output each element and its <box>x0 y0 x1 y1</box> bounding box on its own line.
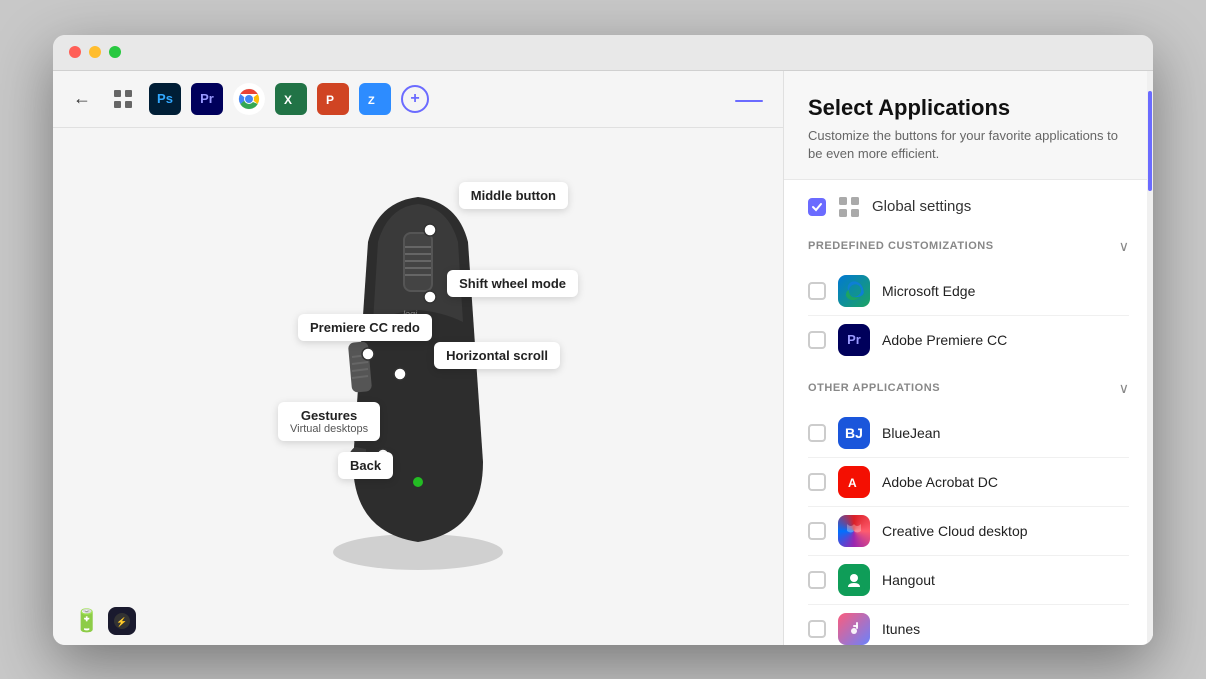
label-gestures[interactable]: Gestures Virtual desktops <box>278 402 380 441</box>
other-chevron-icon: ∨ <box>1119 380 1129 397</box>
other-section-title: OTHER APPLICATIONS <box>808 382 940 394</box>
label-back[interactable]: Back <box>338 452 393 479</box>
tab-photoshop[interactable]: Ps <box>149 83 181 115</box>
label-premiere-cc-redo[interactable]: Premiere CC redo <box>298 314 432 341</box>
global-settings-label: Global settings <box>872 198 971 215</box>
gestures-sublabel: Virtual desktops <box>290 423 368 435</box>
bluejean-icon: BJ <box>838 417 870 449</box>
app-row-creative[interactable]: Creative Cloud desktop <box>808 507 1129 556</box>
predefined-section-title: PREDEFINED CUSTOMIZATIONS <box>808 240 994 252</box>
back-button[interactable]: ← <box>73 88 91 109</box>
acrobat-checkbox[interactable] <box>808 473 826 491</box>
toolbar: ← Ps Pr <box>53 71 783 128</box>
add-tab-button[interactable]: + <box>401 85 429 113</box>
scrollbar-track[interactable] <box>1147 71 1153 645</box>
label-shift-wheel-mode[interactable]: Shift wheel mode <box>447 270 578 297</box>
app-row-edge[interactable]: Microsoft Edge <box>808 267 1129 316</box>
titlebar <box>53 35 1153 71</box>
label-horizontal-scroll[interactable]: Horizontal scroll <box>434 342 560 369</box>
global-settings-icon <box>838 196 860 218</box>
main-window: ← Ps Pr <box>53 35 1153 645</box>
maximize-button[interactable] <box>109 46 121 58</box>
edge-icon <box>838 275 870 307</box>
tab-all-apps[interactable] <box>107 83 139 115</box>
premiere-icon: Pr <box>838 324 870 356</box>
other-section: OTHER APPLICATIONS ∨ BJ BlueJean <box>808 380 1129 645</box>
svg-text:X: X <box>284 93 292 107</box>
other-section-header[interactable]: OTHER APPLICATIONS ∨ <box>808 380 1129 397</box>
panel-body: Global settings PREDEFINED CUSTOMIZATION… <box>784 180 1153 645</box>
edge-name: Microsoft Edge <box>882 283 975 299</box>
global-settings-checkbox[interactable] <box>808 198 826 216</box>
creative-icon <box>838 515 870 547</box>
battery-icon: 🔋 <box>73 608 100 634</box>
predefined-section-header[interactable]: PREDEFINED CUSTOMIZATIONS ∨ <box>808 238 1129 255</box>
itunes-icon <box>838 613 870 645</box>
bluejean-name: BlueJean <box>882 425 940 441</box>
right-panel: Select Applications Customize the button… <box>783 71 1153 645</box>
label-middle-button[interactable]: Middle button <box>459 182 568 209</box>
tab-excel[interactable]: X <box>275 83 307 115</box>
svg-text:⚡: ⚡ <box>116 616 127 628</box>
close-button[interactable] <box>69 46 81 58</box>
app-row-itunes[interactable]: Itunes <box>808 605 1129 645</box>
predefined-section: PREDEFINED CUSTOMIZATIONS ∨ <box>808 238 1129 364</box>
app-tabs: Ps Pr <box>107 83 429 115</box>
creative-checkbox[interactable] <box>808 522 826 540</box>
premiere-checkbox[interactable] <box>808 331 826 349</box>
app-row-bluejean[interactable]: BJ BlueJean <box>808 409 1129 458</box>
hangout-icon <box>838 564 870 596</box>
app-row-acrobat[interactable]: A Adobe Acrobat DC <box>808 458 1129 507</box>
acrobat-name: Adobe Acrobat DC <box>882 474 998 490</box>
left-panel: ← Ps Pr <box>53 71 783 645</box>
tab-zoom[interactable]: Z <box>359 83 391 115</box>
mouse-area: logi <box>53 128 783 597</box>
acrobat-icon: A <box>838 466 870 498</box>
hangout-checkbox[interactable] <box>808 571 826 589</box>
app-row-hangout[interactable]: Hangout <box>808 556 1129 605</box>
creative-name: Creative Cloud desktop <box>882 523 1028 539</box>
scrollbar-thumb[interactable] <box>1148 91 1152 191</box>
app-row-premiere[interactable]: Pr Adobe Premiere CC <box>808 316 1129 364</box>
panel-header: Select Applications Customize the button… <box>784 71 1153 180</box>
svg-text:P: P <box>326 93 334 107</box>
panel-title: Select Applications <box>808 95 1129 121</box>
hangout-name: Hangout <box>882 572 935 588</box>
device-icon: ⚡ <box>108 607 136 635</box>
gestures-label: Gestures <box>301 408 357 423</box>
minimize-button[interactable] <box>89 46 101 58</box>
global-settings-row[interactable]: Global settings <box>808 196 1129 218</box>
svg-text:Z: Z <box>368 95 375 107</box>
predefined-chevron-icon: ∨ <box>1119 238 1129 255</box>
bluejean-checkbox[interactable] <box>808 424 826 442</box>
tab-chrome[interactable] <box>233 83 265 115</box>
itunes-name: Itunes <box>882 621 920 637</box>
tab-premiere[interactable]: Pr <box>191 83 223 115</box>
tab-powerpoint[interactable]: P <box>317 83 349 115</box>
svg-text:A: A <box>848 476 857 490</box>
mouse-container: logi <box>248 142 588 582</box>
premiere-name: Adobe Premiere CC <box>882 332 1007 348</box>
edge-checkbox[interactable] <box>808 282 826 300</box>
itunes-checkbox[interactable] <box>808 620 826 638</box>
bottom-status: 🔋 ⚡ <box>53 597 783 645</box>
content-area: ← Ps Pr <box>53 71 1153 645</box>
panel-subtitle: Customize the buttons for your favorite … <box>808 127 1129 163</box>
